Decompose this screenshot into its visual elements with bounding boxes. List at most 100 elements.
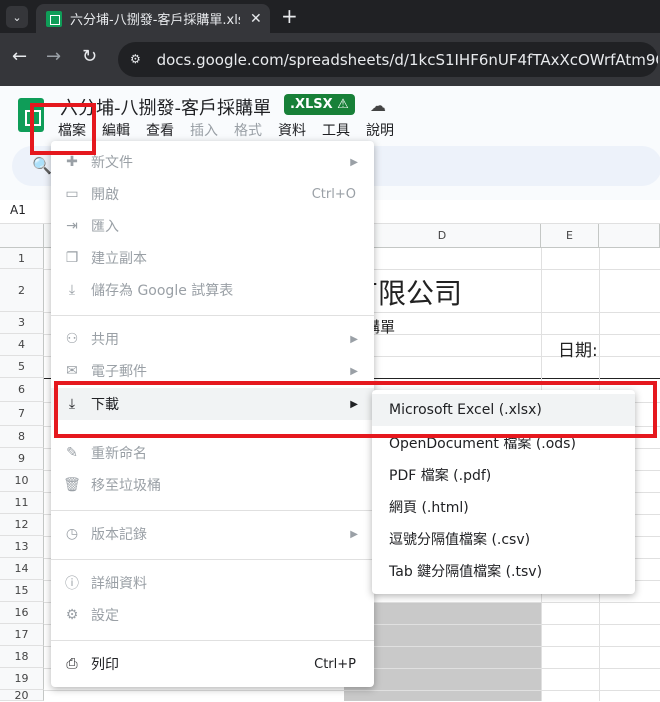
menu-item-version-history[interactable]: ◷ 版本記錄 ▶ bbox=[51, 518, 374, 550]
submenu-arrow-icon: ▶ bbox=[350, 365, 358, 377]
menu-item-print[interactable]: ⎙ 列印 Ctrl+P bbox=[51, 648, 374, 680]
browser-tab[interactable]: 六分埔-八捌發-客戶採購單.xlsx ✕ bbox=[36, 4, 270, 33]
menu-format[interactable]: 格式 bbox=[234, 120, 262, 140]
download-csv[interactable]: 逗號分隔值檔案 (.csv) bbox=[372, 523, 635, 555]
info-icon: ⓘ bbox=[65, 576, 79, 592]
menu-bar: 檔案 編輯 查看 插入 格式 資料 工具 說明 bbox=[58, 120, 410, 140]
menu-item-save-as-sheets[interactable]: ⤓ 儲存為 Google 試算表 bbox=[51, 274, 374, 306]
row-header[interactable]: 10 bbox=[0, 470, 44, 492]
file-menu-dropdown: ✚ 新文件 ▶ ▭ 開啟 Ctrl+O ⇥ 匯入 ❐ 建立副本 ⤓ 儲存為 Go… bbox=[51, 141, 374, 687]
menu-edit[interactable]: 編輯 bbox=[102, 120, 130, 140]
menu-item-label: 詳細資料 bbox=[91, 576, 147, 592]
row-header[interactable]: 12 bbox=[0, 514, 44, 536]
menu-item-rename[interactable]: ✎ 重新命名 bbox=[51, 437, 374, 469]
menu-item-label: 版本記錄 bbox=[91, 527, 147, 543]
menu-item-label: 移至垃圾桶 bbox=[91, 478, 161, 494]
sheets-favicon-icon bbox=[46, 10, 62, 27]
download-tsv[interactable]: Tab 鍵分隔值檔案 (.tsv) bbox=[372, 555, 635, 587]
shortcut-label: Ctrl+P bbox=[314, 656, 356, 672]
menu-item-trash[interactable]: 🗑 移至垃圾桶 bbox=[51, 469, 374, 501]
column-header-e[interactable]: E bbox=[541, 224, 599, 248]
row-header[interactable]: 20 bbox=[0, 689, 44, 702]
row-header[interactable]: 5 bbox=[0, 356, 44, 378]
submenu-arrow-icon: ▶ bbox=[350, 528, 358, 540]
row-header[interactable]: 9 bbox=[0, 448, 44, 470]
menu-data[interactable]: 資料 bbox=[278, 120, 306, 140]
menu-item-new[interactable]: ✚ 新文件 ▶ bbox=[51, 146, 374, 178]
trash-icon: 🗑 bbox=[63, 477, 81, 493]
row-header[interactable]: 14 bbox=[0, 558, 44, 580]
row-header[interactable]: 4 bbox=[0, 334, 44, 356]
browser-tabstrip: ⌄ 六分埔-八捌發-客戶採購單.xlsx ✕ + bbox=[0, 0, 660, 33]
site-info-icon[interactable]: ⚙ bbox=[130, 52, 145, 68]
row-header[interactable]: 15 bbox=[0, 580, 44, 602]
gear-icon: ⚙ bbox=[65, 607, 79, 623]
forward-icon[interactable]: → bbox=[46, 46, 61, 67]
select-all-corner[interactable] bbox=[0, 224, 44, 248]
menu-file[interactable]: 檔案 bbox=[58, 120, 86, 140]
menu-item-download[interactable]: ⤓ 下載 ▶ bbox=[51, 388, 374, 420]
search-menus-icon[interactable]: 🔍 bbox=[32, 156, 52, 175]
row-header[interactable]: 7 bbox=[0, 402, 44, 426]
menu-item-email[interactable]: ✉ 電子郵件 ▶ bbox=[51, 355, 374, 387]
submenu-arrow-icon: ▶ bbox=[350, 398, 358, 410]
menu-item-label: 開啟 bbox=[91, 187, 119, 203]
reload-icon[interactable]: ↻ bbox=[82, 46, 97, 67]
sheets-logo-icon[interactable] bbox=[18, 98, 44, 132]
tab-title: 六分埔-八捌發-客戶採購單.xlsx bbox=[70, 13, 240, 28]
name-box[interactable]: A1 bbox=[10, 203, 26, 217]
share-icon: ⚇ bbox=[65, 331, 79, 347]
menu-item-label: 共用 bbox=[91, 332, 119, 348]
menu-divider bbox=[51, 510, 374, 511]
menu-item-settings[interactable]: ⚙ 設定 bbox=[51, 599, 374, 631]
row-header[interactable]: 2 bbox=[0, 269, 44, 312]
menu-item-label: 列印 bbox=[91, 657, 119, 673]
menu-item-details[interactable]: ⓘ 詳細資料 bbox=[51, 567, 374, 599]
row-header[interactable]: 11 bbox=[0, 492, 44, 514]
cloud-status-icon[interactable]: ☁ bbox=[370, 96, 386, 115]
gridline bbox=[44, 690, 660, 691]
download-ods[interactable]: OpenDocument 檔案 (.ods) bbox=[372, 427, 635, 459]
row-header[interactable]: 19 bbox=[0, 668, 44, 690]
back-icon[interactable]: ← bbox=[12, 46, 27, 67]
row-header[interactable]: 1 bbox=[0, 248, 44, 269]
xlsx-badge[interactable]: .XLSX ⚠ bbox=[284, 94, 355, 115]
tab-close-icon[interactable]: ✕ bbox=[250, 11, 262, 27]
document-title[interactable]: 六分埔-八捌發-客戶採購單 bbox=[60, 94, 271, 120]
row-header[interactable]: 16 bbox=[0, 602, 44, 624]
rename-icon: ✎ bbox=[66, 445, 78, 461]
menu-item-make-copy[interactable]: ❐ 建立副本 bbox=[51, 242, 374, 274]
row-header[interactable]: 3 bbox=[0, 312, 44, 334]
menu-item-label: 儲存為 Google 試算表 bbox=[91, 283, 234, 299]
download-pdf[interactable]: PDF 檔案 (.pdf) bbox=[372, 459, 635, 491]
cell-date-label: 日期: bbox=[558, 341, 598, 361]
menu-tools[interactable]: 工具 bbox=[322, 120, 350, 140]
import-icon: ⇥ bbox=[66, 218, 78, 234]
row-header[interactable]: 6 bbox=[0, 378, 44, 402]
tab-list-button[interactable]: ⌄ bbox=[6, 6, 28, 28]
menu-insert[interactable]: 插入 bbox=[190, 120, 218, 140]
menu-view[interactable]: 查看 bbox=[146, 120, 174, 140]
download-xlsx[interactable]: Microsoft Excel (.xlsx) bbox=[372, 394, 635, 426]
menu-item-label: 新文件 bbox=[91, 155, 133, 171]
copy-icon: ❐ bbox=[65, 250, 79, 266]
save-icon: ⤓ bbox=[68, 282, 76, 298]
new-tab-button[interactable]: + bbox=[281, 4, 298, 28]
menu-item-open[interactable]: ▭ 開啟 Ctrl+O bbox=[51, 178, 374, 210]
column-header-f[interactable] bbox=[599, 224, 660, 248]
browser-toolbar: ← → ↻ ⚙ docs.google.com/spreadsheets/d/1… bbox=[0, 33, 660, 86]
row-header[interactable]: 18 bbox=[0, 646, 44, 668]
menu-item-label: 重新命名 bbox=[91, 446, 147, 462]
address-bar[interactable]: ⚙ docs.google.com/spreadsheets/d/1kcS1IH… bbox=[118, 42, 658, 77]
plus-icon: ✚ bbox=[66, 154, 78, 170]
menu-item-import[interactable]: ⇥ 匯入 bbox=[51, 210, 374, 242]
shortcut-label: Ctrl+O bbox=[311, 186, 356, 202]
menu-item-label: 設定 bbox=[91, 608, 119, 624]
menu-item-share[interactable]: ⚇ 共用 ▶ bbox=[51, 323, 374, 355]
row-header[interactable]: 17 bbox=[0, 624, 44, 646]
download-html[interactable]: 網頁 (.html) bbox=[372, 491, 635, 523]
menu-help[interactable]: 說明 bbox=[366, 120, 394, 140]
row-header[interactable]: 8 bbox=[0, 426, 44, 448]
history-icon: ◷ bbox=[65, 526, 79, 542]
row-header[interactable]: 13 bbox=[0, 536, 44, 558]
